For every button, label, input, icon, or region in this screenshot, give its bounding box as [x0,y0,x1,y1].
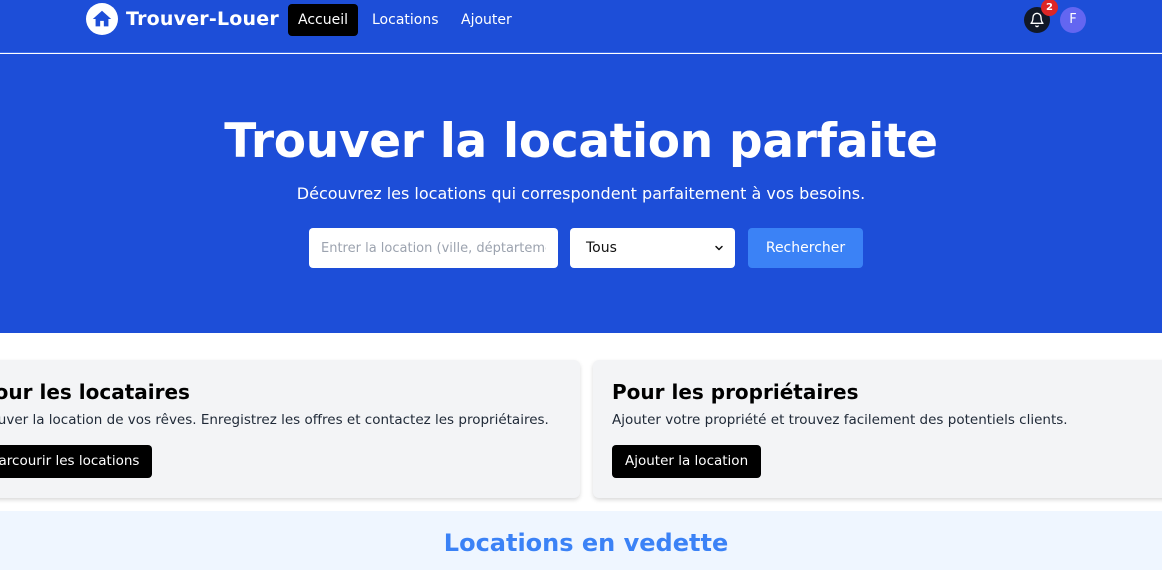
nav-link-locations[interactable]: Locations [362,4,449,36]
location-search-input[interactable] [309,228,558,268]
owner-card-text: Ajouter votre propriété et trouvez facil… [612,412,1068,428]
brand-logo[interactable]: Trouver-Louer [86,3,279,35]
browse-locations-button[interactable]: Parcourir les locations [0,445,153,478]
tenant-card-title: Pour les locataires [0,380,190,404]
nav-link-accueil[interactable]: Accueil [288,4,358,36]
search-button[interactable]: Rechercher [748,228,863,268]
navbar: Trouver-Louer Accueil Locations Ajouter … [0,0,1162,53]
house-icon [86,3,118,35]
bell-icon [1029,12,1045,28]
nav-link-ajouter[interactable]: Ajouter [451,4,522,36]
tenant-card-text: Trouver la location de vos rêves. Enregi… [0,412,549,428]
owner-card: Pour les propriétaires Ajouter votre pro… [593,360,1162,498]
hero-title: Trouver la location parfaite [224,114,938,169]
featured-title: Locations en vedette [443,529,729,557]
chevron-down-icon [713,242,725,254]
user-avatar[interactable]: F [1060,7,1086,33]
add-location-button[interactable]: Ajouter la location [612,445,762,478]
featured-section: Locations en vedette [0,511,1162,570]
brand-name: Trouver-Louer [126,8,279,30]
notification-badge: 2 [1041,0,1058,16]
property-type-select[interactable]: Tous [570,228,735,268]
hero-subtitle: Découvrez les locations qui corresponden… [296,184,866,203]
owner-card-title: Pour les propriétaires [612,380,859,404]
select-value: Tous [586,240,617,256]
tenant-card: Pour les locataires Trouver la location … [0,360,580,498]
hero-section: Trouver la location parfaite Découvrez l… [0,54,1162,333]
